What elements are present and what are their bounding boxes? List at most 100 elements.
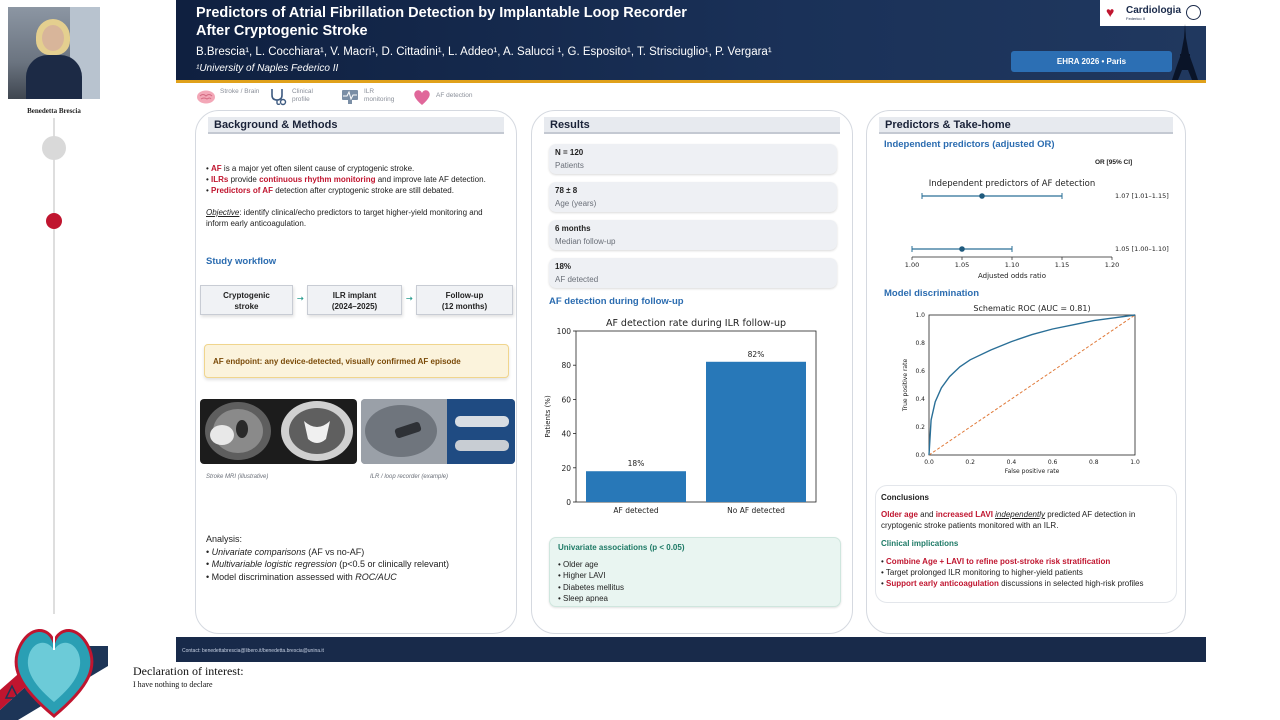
panel-heading-predictors: Predictors & Take-home — [879, 117, 1173, 134]
y-tick-label: 0.4 — [915, 396, 925, 403]
implication-1-text: Combine Age + LAVI to refine post-stroke… — [886, 557, 1111, 566]
logo-heart-icon: ♥ — [1106, 4, 1115, 20]
timeline-marker[interactable] — [42, 136, 66, 160]
stat-label: AF detected — [555, 275, 599, 284]
panel-heading-background: Background & Methods — [208, 117, 504, 134]
x-tick-label: 1.05 — [955, 261, 969, 269]
stat-value: N = 120 — [555, 148, 584, 157]
univariate-item: • Diabetes mellitus — [558, 582, 624, 592]
implications-list: • Combine Age + LAVI to refine post-stro… — [881, 556, 1176, 589]
stat-value: 78 ± 8 — [555, 186, 578, 195]
af-detection-bar-chart: AF detection rate during ILR follow-up 0 2… — [544, 318, 817, 515]
stat-value: 18% — [555, 262, 572, 271]
analysis-3-pre: Model discrimination assessed with — [211, 571, 356, 582]
y-tick-label: 60 — [561, 395, 571, 404]
workflow-arrow-icon: ➝ — [406, 294, 413, 303]
workflow-step-2: ILR implant (2024–2025) — [307, 285, 402, 315]
univariate-list: • Older age • Higher LAVI • Diabetes mel… — [558, 559, 624, 604]
x-tick-label: 0.0 — [924, 459, 934, 466]
analysis-1-rest: (AF vs no-AF) — [305, 546, 365, 557]
y-axis-label: Patients (%) — [544, 395, 552, 438]
x-tick-label: AF detected — [613, 506, 658, 515]
declaration-title: Declaration of interest: — [133, 664, 244, 678]
y-tick-label: 0 — [566, 498, 571, 507]
clinical-implications-title: Clinical implications — [881, 539, 959, 548]
bullet-2-red: ILRs — [211, 175, 229, 184]
y-tick-label: 0.2 — [915, 424, 925, 431]
workflow-step-1: Cryptogenic stroke — [200, 285, 293, 315]
poster-title-line2: After Cryptogenic Stroke — [196, 23, 368, 39]
workflow-arrow-icon: ➝ — [297, 294, 304, 303]
y-tick-label: 1.0 — [915, 312, 925, 319]
cardiologia-logo: ♥ Cardiologia Federico II — [1100, 0, 1206, 26]
poster: Predictors of Atrial Fibrillation Detect… — [176, 0, 1206, 662]
bullet-3: • Predictors of AF detection after crypt… — [206, 186, 454, 195]
conclusions-title: Conclusions — [881, 493, 930, 502]
y-tick-label: 0.6 — [915, 368, 925, 375]
monitor-icon — [342, 90, 358, 104]
y-tick-label: 100 — [557, 327, 572, 336]
workflow-step-3-line2: (12 months) — [441, 302, 488, 311]
univariate-item-text: Higher LAVI — [563, 571, 606, 581]
x-tick-label: 1.20 — [1105, 261, 1119, 269]
objective-label: Objective — [206, 208, 240, 217]
poster-authors: B.Brescia¹, L. Cocchiara¹, V. Macri¹, D.… — [196, 46, 772, 58]
conference-logo — [0, 614, 108, 720]
predictors-panel: Predictors & Take-home Independent predi… — [866, 110, 1186, 634]
x-tick-label: 1.00 — [905, 261, 919, 269]
workflow-step-1-line2: stroke — [234, 302, 259, 311]
x-tick-label: 0.6 — [1048, 459, 1058, 466]
stat-card-followup: 6 months Median follow-up — [549, 220, 837, 250]
timeline-track — [53, 118, 55, 618]
workflow-step-2-line1: ILR implant — [332, 291, 377, 300]
brain-icon — [197, 90, 215, 104]
timeline-current-marker[interactable] — [46, 213, 62, 229]
bar-data-label: 18% — [628, 459, 645, 468]
implication-2: • Target prolonged ILR monitoring to hig… — [881, 568, 1083, 577]
or-value-label: 1.05 [1.00–1.10] — [1115, 245, 1169, 253]
analysis-1-italic: Univariate comparisons — [211, 546, 306, 557]
univariate-item: • Older age — [558, 560, 599, 569]
bullet-1: • AF is a major yet often silent cause o… — [206, 164, 415, 173]
objective: Objective: identify clinical/echo predic… — [206, 207, 506, 229]
y-tick-label: 20 — [561, 464, 571, 473]
y-tick-label: 40 — [561, 430, 571, 439]
analysis-title: Analysis: — [206, 534, 243, 544]
stat-card-patients: N = 120 Patients — [549, 144, 837, 174]
univariate-item-text: Sleep apnea — [563, 593, 608, 603]
conclusion-lavi: increased LAVI — [935, 510, 993, 519]
stroke-mri-image — [200, 399, 357, 464]
poster-affiliation: ¹University of Naples Federico II — [196, 63, 339, 74]
event-badge: EHRA 2026 • Paris — [1011, 51, 1172, 72]
eiffel-tower-icon — [1172, 24, 1198, 80]
bar-no-af-detected — [706, 361, 806, 502]
or-value-label: 1.07 [1.01–1.15] — [1115, 192, 1169, 200]
roc-reference-line — [928, 314, 1136, 456]
analysis-3-italic: ROC/AUC — [355, 571, 397, 582]
univariate-title: Univariate associations (p < 0.05) — [558, 543, 685, 552]
independent-predictors-title: Independent predictors (adjusted OR) — [884, 139, 1055, 150]
implication-3-red: Support early anticoagulation — [886, 579, 999, 588]
model-discrimination-title: Model discrimination — [884, 288, 980, 299]
analysis-item-1: • Univariate comparisons (AF vs no-AF) — [206, 546, 365, 557]
speaker-video — [8, 7, 100, 99]
mri-caption: Stroke MRI (illustrative) — [206, 474, 269, 480]
background-methods-panel: Background & Methods • AF is a major yet… — [195, 110, 517, 634]
ilr-device-image — [361, 399, 515, 464]
stat-card-af-detected: 18% AF detected — [549, 258, 837, 288]
logo-sub: Federico II — [1126, 16, 1145, 21]
y-tick-label: 0.8 — [915, 340, 925, 347]
header-stripe — [176, 80, 1206, 83]
y-tick-label: 0.0 — [915, 452, 925, 459]
panel-heading-results: Results — [544, 117, 840, 134]
conclusion-older-age: Older age — [881, 510, 918, 519]
roc-title: Schematic ROC (AUC = 0.81) — [973, 304, 1090, 313]
implication-2-text: Target prolonged ILR monitoring to highe… — [885, 568, 1083, 577]
conclusions-text: Older age and increased LAVI independent… — [881, 509, 1171, 531]
university-seal-icon — [1186, 5, 1201, 20]
implication-1: • Combine Age + LAVI to refine post-stro… — [881, 557, 1111, 566]
analysis-section: Analysis: • Univariate comparisons (AF v… — [206, 533, 449, 583]
implication-3-rest: discussions in selected high-risk profil… — [998, 579, 1144, 588]
univariate-item-text: Diabetes mellitus — [563, 582, 624, 592]
poster-title-line1: Predictors of Atrial Fibrillation Detect… — [196, 5, 687, 21]
